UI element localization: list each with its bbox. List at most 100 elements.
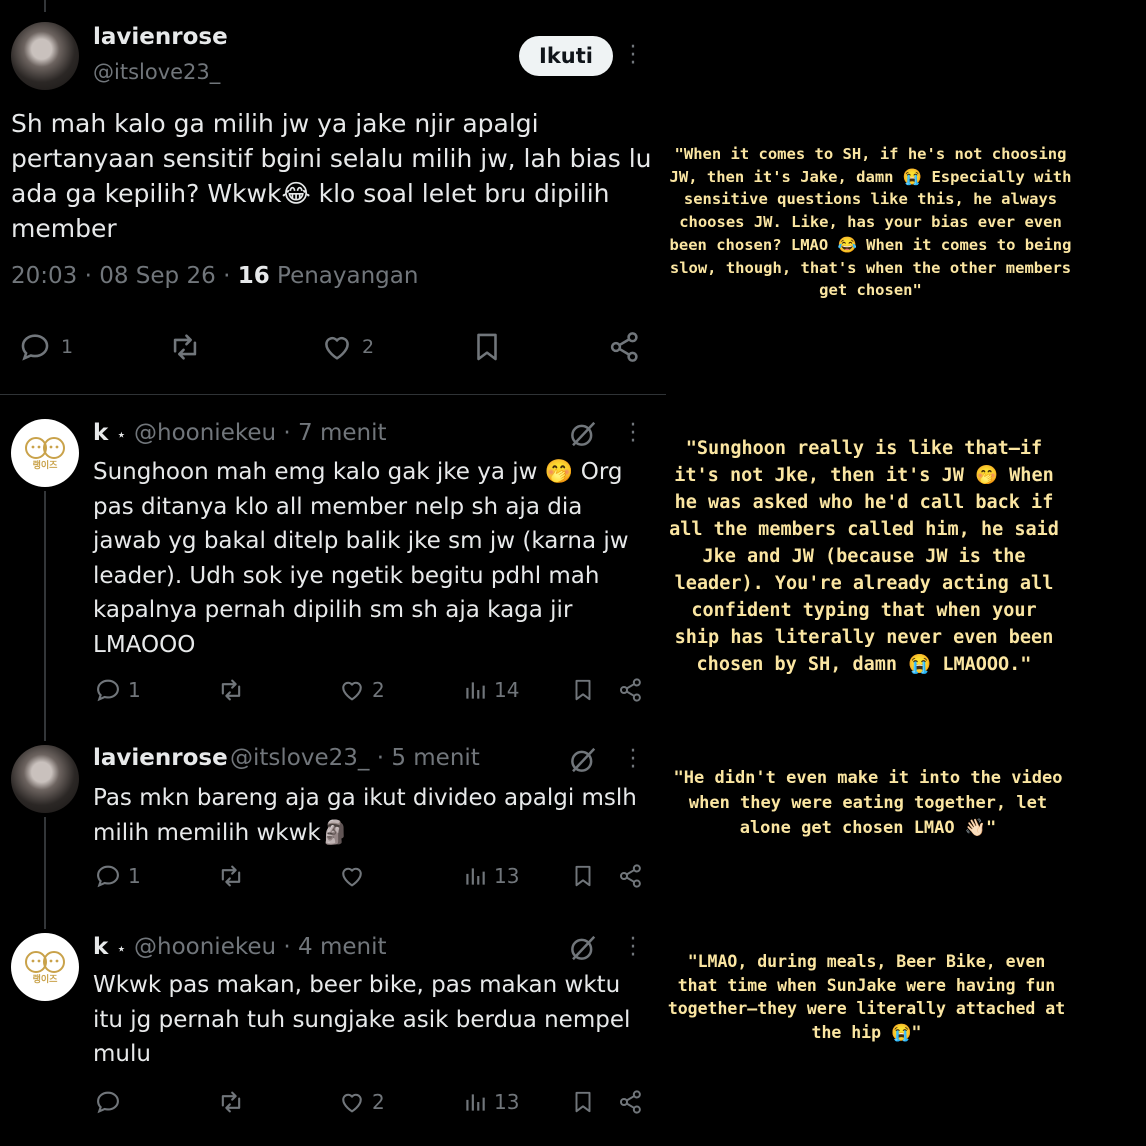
- dog-logo-icon: [25, 437, 65, 459]
- like-count: 2: [372, 1090, 385, 1114]
- more-options-icon[interactable]: · · ·: [629, 929, 637, 967]
- like-button[interactable]: 2: [318, 330, 374, 364]
- view-count: 14: [494, 678, 520, 702]
- logo-text: 랭이즈: [32, 461, 58, 471]
- bookmark-icon: [575, 865, 591, 887]
- author-name[interactable]: k ⋆: [93, 934, 126, 960]
- reply-button[interactable]: 1: [94, 676, 141, 704]
- avatar[interactable]: [11, 745, 79, 813]
- share-button[interactable]: [617, 676, 645, 704]
- separator-dot: ·: [223, 263, 238, 289]
- logo-text: 랭이즈: [32, 975, 58, 985]
- avatar[interactable]: 랭이즈: [11, 933, 79, 1001]
- reply-count: 1: [128, 678, 141, 702]
- thread-line-top: [44, 0, 46, 12]
- grok-icon[interactable]: [568, 419, 598, 453]
- view-count: 13: [494, 864, 520, 888]
- bookmark-icon: [477, 333, 497, 361]
- repost-button[interactable]: [216, 862, 246, 890]
- reply-time[interactable]: 4 menit: [298, 934, 387, 960]
- bookmark-icon: [575, 1091, 591, 1113]
- reply-button[interactable]: 1: [94, 862, 141, 890]
- reply-icon: [21, 334, 49, 361]
- heart-icon: [342, 1093, 362, 1113]
- post-time: 20:03: [11, 263, 78, 289]
- reply-text: Sunghoon mah emg kalo gak jke ya jw 🤭 Or…: [93, 459, 629, 658]
- separator-dot: ·: [84, 263, 100, 289]
- views-label: Penayangan: [277, 263, 419, 289]
- repost-button[interactable]: [164, 330, 206, 364]
- avatar[interactable]: [11, 22, 79, 90]
- repost-icon: [221, 679, 241, 701]
- heart-icon: [342, 867, 362, 887]
- like-count: 2: [362, 336, 375, 358]
- analytics-icon: [466, 682, 485, 699]
- reply-icon: [97, 679, 119, 702]
- share-button[interactable]: [607, 328, 643, 366]
- share-button[interactable]: [617, 1088, 645, 1116]
- bookmark-button[interactable]: [570, 1088, 596, 1116]
- author-name[interactable]: lavienrose: [93, 745, 228, 771]
- view-count: 16: [237, 263, 270, 289]
- share-button[interactable]: [617, 862, 645, 890]
- share-icon: [619, 1090, 641, 1114]
- views-button[interactable]: 13: [462, 862, 519, 890]
- repost-button[interactable]: [216, 676, 246, 704]
- view-count: 13: [494, 1090, 520, 1114]
- author-handle[interactable]: @hooniekeu: [134, 934, 276, 960]
- author-name[interactable]: lavienrose: [93, 24, 228, 50]
- heart-icon: [325, 336, 349, 360]
- author-handle[interactable]: @itslove23_: [230, 745, 369, 771]
- avatar-logo: 랭이즈: [22, 949, 68, 985]
- like-button[interactable]: [338, 862, 372, 890]
- grok-icon[interactable]: [568, 745, 598, 779]
- share-icon: [619, 678, 641, 702]
- post-timestamp[interactable]: 20:03 · 08 Sep 26 · 16 Penayangan: [11, 263, 418, 289]
- post-text: Sh mah kalo ga milih jw ya jake njir apa…: [11, 109, 652, 243]
- follow-button[interactable]: Ikuti: [519, 36, 613, 76]
- translation-text: "Sunghoon really is like that—if it's no…: [669, 438, 1059, 675]
- author-handle[interactable]: @itslove23_: [93, 60, 220, 84]
- more-options-icon[interactable]: · · ·: [629, 415, 637, 453]
- reply-meta: @hooniekeu · 7 menit: [134, 420, 387, 446]
- reply-button[interactable]: [94, 1088, 128, 1116]
- author-handle[interactable]: @hooniekeu: [134, 420, 276, 446]
- reply-count: 1: [128, 864, 141, 888]
- translation-text: "LMAO, during meals, Beer Bike, even tha…: [667, 952, 1066, 1042]
- views-button[interactable]: 13: [462, 1088, 519, 1116]
- repost-button[interactable]: [216, 1088, 246, 1116]
- bookmark-icon: [575, 679, 591, 701]
- views-button[interactable]: 14: [462, 676, 519, 704]
- star-badge: ⋆: [116, 425, 127, 444]
- like-button[interactable]: 2: [338, 1088, 385, 1116]
- more-options-icon[interactable]: · · ·: [629, 37, 637, 75]
- separator-dot: ·: [376, 745, 392, 771]
- separator-dot: ·: [283, 934, 299, 960]
- thread-line: [44, 491, 46, 741]
- repost-icon: [221, 865, 241, 887]
- author-display-name: k: [93, 934, 109, 960]
- bookmark-button[interactable]: [570, 676, 596, 704]
- repost-icon: [221, 1091, 241, 1113]
- share-icon: [619, 864, 641, 888]
- reply-button[interactable]: 1: [17, 330, 73, 364]
- reply-time[interactable]: 5 menit: [391, 745, 480, 771]
- reply-time[interactable]: 7 menit: [298, 420, 387, 446]
- reply-meta: @itslove23_ · 5 menit: [230, 745, 480, 771]
- translation-text: "When it comes to SH, if he's not choosi…: [669, 145, 1072, 300]
- dog-logo-icon: [25, 951, 65, 973]
- separator-dot: ·: [283, 420, 299, 446]
- reply-meta: @hooniekeu · 4 menit: [134, 934, 387, 960]
- post-date: 08 Sep 26: [99, 263, 216, 289]
- reply-text: Wkwk pas makan, beer bike, pas makan wkt…: [93, 972, 631, 1067]
- reply-icon: [97, 1091, 119, 1114]
- bookmark-button[interactable]: [470, 328, 504, 366]
- more-options-icon[interactable]: · · ·: [629, 741, 637, 779]
- author-display-name: k: [93, 420, 109, 446]
- author-name[interactable]: k ⋆: [93, 420, 126, 446]
- like-button[interactable]: 2: [338, 676, 385, 704]
- reply-text: Pas mkn bareng aja ga ikut divideo apalg…: [93, 785, 637, 846]
- avatar[interactable]: 랭이즈: [11, 419, 79, 487]
- grok-icon[interactable]: [568, 933, 598, 967]
- bookmark-button[interactable]: [570, 862, 596, 890]
